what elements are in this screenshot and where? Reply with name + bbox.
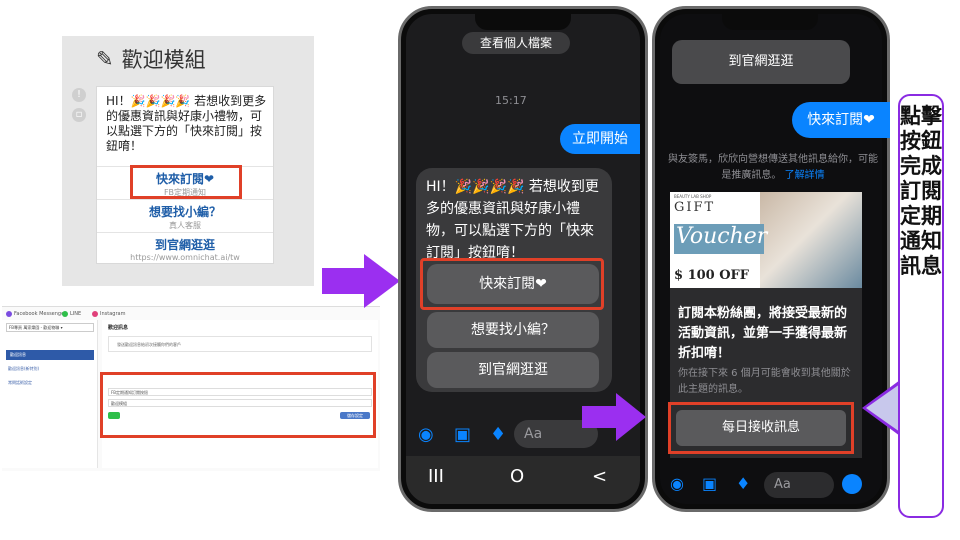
arrow-head-icon: [364, 254, 400, 308]
save-button[interactable]: 儲存設定: [340, 412, 370, 419]
mic-icon[interactable]: ♦: [736, 474, 750, 493]
mic-icon[interactable]: ♦: [490, 424, 506, 445]
camera-icon[interactable]: ◉: [418, 424, 434, 445]
image-icon[interactable]: ▣: [702, 474, 717, 493]
phone-2-notch: [722, 14, 818, 30]
phone-1-notch: [475, 14, 571, 30]
contact-sub: 真人客服: [169, 221, 201, 230]
tab-instagram[interactable]: Instagram: [92, 309, 125, 319]
line-icon: [62, 311, 68, 317]
sidebar-item-welcome[interactable]: 歡迎訊息: [6, 350, 94, 360]
trash-icon: ▫: [72, 108, 86, 122]
card-button-website[interactable]: 到官網逛逛 https://www.omnichat.ai/tw: [97, 232, 273, 264]
callout-text: 點擊按鈕完成訂閱定期通知訊息: [900, 104, 942, 278]
info-icon: !: [72, 88, 86, 102]
field-welcome-module[interactable]: 歡迎模組: [108, 399, 372, 407]
tab-label: Facebook Messenger: [14, 311, 67, 317]
website-label: 到官網逛逛: [154, 238, 215, 252]
edit-icon: ✎: [96, 47, 114, 71]
arrow-right-icon: [322, 268, 364, 294]
sidebar-item-faq[interactable]: 常問話術設定: [8, 380, 32, 386]
arrow-right-icon: [582, 406, 616, 428]
panel-title: 歡迎訊息: [108, 325, 129, 331]
back-icon[interactable]: <: [592, 466, 607, 487]
admin-sidebar: [2, 320, 98, 468]
card-button-contact[interactable]: 想要找小編？ 真人客服: [97, 199, 273, 231]
tab-facebook-messenger[interactable]: Facebook Messenger: [6, 309, 66, 319]
offer-text: 訂閱本粉絲團，將接受最新的活動資訊，並第一手獲得最新折扣唷！: [678, 306, 848, 361]
highlight-box: [130, 165, 242, 199]
voucher-script: Voucher: [676, 224, 768, 249]
welcome-module-title: ✎ 歡迎模組: [96, 44, 206, 74]
instagram-icon: [92, 311, 98, 317]
view-profile-button[interactable]: 查看個人檔案: [462, 32, 570, 54]
callout-pointer-fill: [866, 384, 900, 432]
tab-label: Instagram: [100, 311, 126, 317]
sent-message-start: 立即開始: [560, 124, 640, 154]
contact-editor-button[interactable]: 想要找小編？: [427, 312, 599, 348]
voucher-photo: [760, 192, 862, 288]
voucher-gift: GIFT: [674, 200, 716, 215]
highlight-box-phone2: [668, 402, 854, 454]
voucher-price: $ 100 OFF: [674, 268, 750, 283]
voucher-shop-name: BEAUTY LAB SHOP: [674, 194, 712, 199]
notice-text: 與友簽馬，欣欣向營想傳送其他訊息給你，可能是推廣訊息。: [668, 154, 878, 181]
welcome-title-text: 歡迎模組: [121, 48, 206, 72]
tab-line[interactable]: LINE: [62, 309, 81, 319]
field-fb-notification[interactable]: FB定期通知訂閱按鈕: [108, 388, 372, 396]
welcome-message: HI！🎉🎉🎉🎉 若想收到更多的優惠資訊與好康小禮物，可以點選下方的「快來訂閱」按…: [106, 94, 267, 153]
timestamp: 15:17: [495, 94, 527, 107]
sidebar-item-welcome-new[interactable]: 歡迎訊息(新特別): [8, 366, 39, 372]
website-button-top[interactable]: 到官網逛逛: [672, 40, 850, 84]
contact-label: 想要找小編？: [148, 205, 221, 219]
highlight-box-phone1: [420, 258, 604, 310]
panel-hint: 發送歡迎訊息給初次接觸你們的客戶: [108, 336, 372, 352]
page-select[interactable]: FB專頁 萬家樂園 - 歡迎物聯 ▾: [6, 323, 94, 332]
website-button[interactable]: 到官網逛逛: [427, 352, 599, 388]
messenger-icon: [6, 311, 12, 317]
learn-more-link[interactable]: 了解詳情: [785, 170, 825, 181]
arrow-head-icon: [616, 393, 646, 441]
image-icon[interactable]: ▣: [454, 424, 471, 445]
offer-sub: 你在接下來 6 個月可能會收到其他關於此主題的訊息。: [678, 368, 851, 395]
toggle-switch[interactable]: [108, 412, 120, 419]
chat-message: HI！🎉🎉🎉🎉 若想收到更多的優惠資訊與好康小禮物，可以點選下方的「快來訂閱」按…: [426, 179, 599, 261]
emoji-icon[interactable]: [842, 474, 862, 494]
promo-notice: 與友簽馬，欣欣向營想傳送其他訊息給你，可能是推廣訊息。 了解詳情: [666, 152, 880, 184]
website-sub: https://www.omnichat.ai/tw: [130, 253, 240, 262]
home-icon[interactable]: O: [510, 466, 524, 487]
recent-apps-icon[interactable]: III: [428, 466, 444, 487]
sent-message-subscribe: 快來訂閱❤: [792, 102, 890, 138]
tab-label: LINE: [70, 311, 82, 317]
message-input[interactable]: Aa: [764, 472, 834, 498]
camera-icon[interactable]: ◉: [670, 474, 684, 493]
